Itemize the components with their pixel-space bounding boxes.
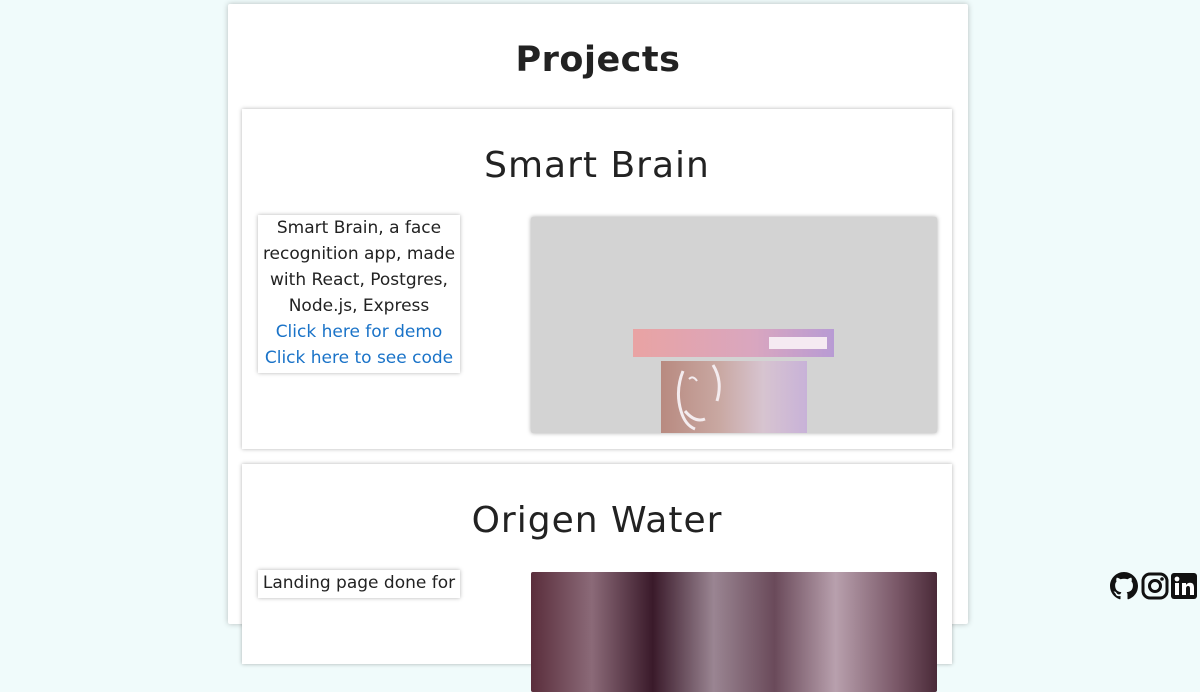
code-link[interactable]: Click here to see code xyxy=(258,345,460,371)
project-title: Origen Water xyxy=(471,500,723,541)
face-outline xyxy=(676,364,721,431)
preview-input xyxy=(769,337,827,349)
project-card-smart-brain: Smart Brain Smart Brain, a face recognit… xyxy=(242,109,952,449)
preview-face-image xyxy=(661,361,807,433)
linkedin-icon[interactable] xyxy=(1170,572,1198,600)
projects-section: Projects Smart Brain Smart Brain, a face… xyxy=(228,4,968,692)
project-preview-image xyxy=(531,572,937,692)
page-title: Projects xyxy=(515,40,681,80)
project-card-origen-water: Origen Water Landing page done for xyxy=(242,464,952,692)
project-description-box: Smart Brain, a face recognition app, mad… xyxy=(258,215,460,373)
instagram-icon[interactable] xyxy=(1141,572,1169,600)
github-icon[interactable] xyxy=(1110,572,1138,600)
project-description: Smart Brain, a face recognition app, mad… xyxy=(262,218,456,316)
project-preview-image xyxy=(531,217,937,433)
project-description-box: Landing page done for xyxy=(258,570,460,598)
project-title: Smart Brain xyxy=(484,145,710,186)
project-description: Landing page done for xyxy=(262,573,456,593)
demo-link[interactable]: Click here for demo xyxy=(258,319,460,345)
